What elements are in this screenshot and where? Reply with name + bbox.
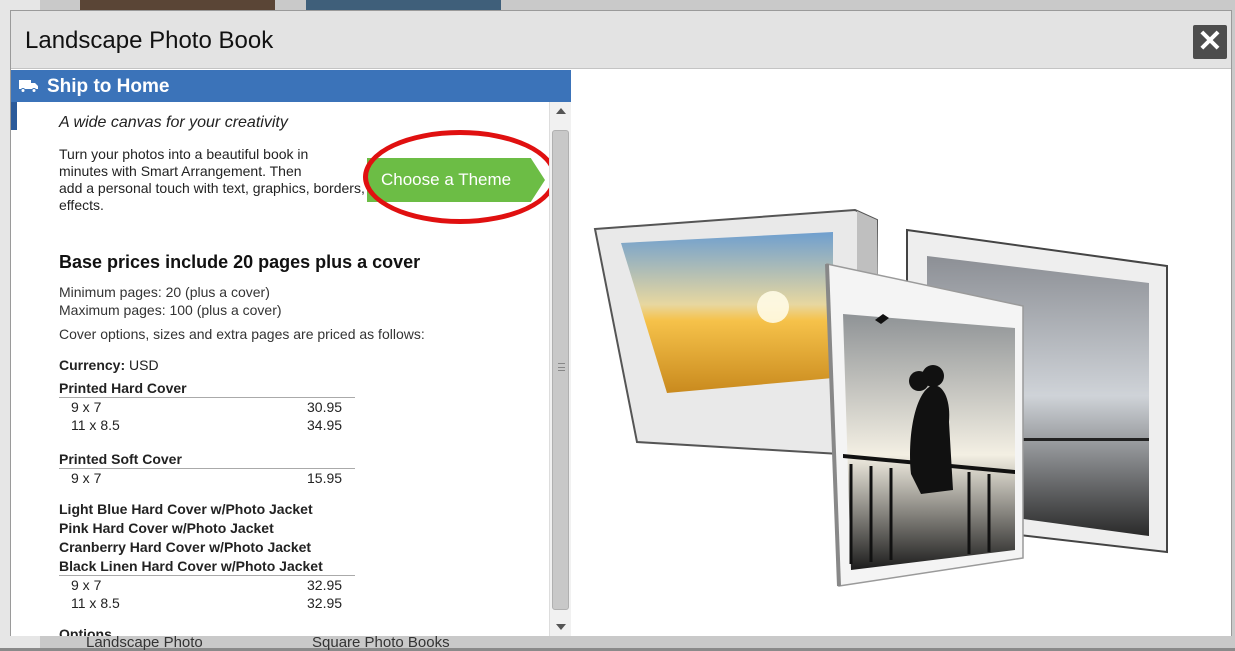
grip-icon xyxy=(558,363,565,371)
product-preview-image xyxy=(571,70,1231,636)
price-group-title: Pink Hard Cover w/Photo Jacket xyxy=(59,520,274,536)
price-size: 11 x 8.5 xyxy=(71,595,120,611)
price-group-title: Cranberry Hard Cover w/Photo Jacket xyxy=(59,539,312,555)
currency-info: Currency: USD xyxy=(59,357,159,373)
details-panel: Ship to Home A wide canvas for your crea… xyxy=(11,70,571,636)
currency-value: USD xyxy=(129,357,159,373)
price-value: 15.95 xyxy=(307,470,343,486)
background-thumbnail xyxy=(80,0,275,10)
dialog-title: Landscape Photo Book xyxy=(25,27,274,54)
product-tagline: A wide canvas for your creativity xyxy=(59,114,288,131)
price-size: 9 x 7 xyxy=(71,399,102,415)
ship-to-home-header[interactable]: Ship to Home xyxy=(11,70,571,102)
truck-icon xyxy=(19,80,38,93)
price-value: 32.95 xyxy=(307,595,343,611)
price-group-title: Light Blue Hard Cover w/Photo Jacket xyxy=(59,501,313,517)
maximum-pages: Maximum pages: 100 (plus a cover) xyxy=(59,302,282,318)
close-icon[interactable]: ✕ xyxy=(1197,25,1222,58)
currency-label: Currency: xyxy=(59,357,126,373)
options-label: Options xyxy=(59,626,112,636)
price-value: 32.95 xyxy=(307,577,343,593)
price-group-title: Printed Soft Cover xyxy=(59,451,355,469)
photo-book-illustration xyxy=(593,208,1168,587)
price-size: 11 x 8.5 xyxy=(71,417,120,433)
scroll-down-arrow-icon[interactable] xyxy=(556,624,566,630)
scrollbar-thumb[interactable] xyxy=(552,130,569,610)
price-value: 34.95 xyxy=(307,417,343,433)
cover-options-note: Cover options, sizes and extra pages are… xyxy=(59,326,425,342)
background-product-label[interactable]: Landscape Photo xyxy=(86,634,203,651)
base-price-heading: Base prices include 20 pages plus a cove… xyxy=(59,252,421,272)
product-dialog: Landscape Photo Book ✕ Ship to Home A wi… xyxy=(10,10,1232,636)
choose-theme-button[interactable]: Choose a Theme xyxy=(367,158,545,202)
background-product-label[interactable]: Square Photo Books xyxy=(312,634,450,651)
price-size: 9 x 7 xyxy=(71,577,102,593)
dialog-titlebar: Landscape Photo Book ✕ xyxy=(11,11,1231,69)
selection-marker xyxy=(11,102,17,130)
close-button[interactable]: ✕ xyxy=(1193,25,1227,59)
background-thumbnail xyxy=(306,0,501,10)
minimum-pages: Minimum pages: 20 (plus a cover) xyxy=(59,284,270,300)
ship-to-home-label: Ship to Home xyxy=(47,76,170,97)
scroll-up-arrow-icon[interactable] xyxy=(556,108,566,114)
price-value: 30.95 xyxy=(307,399,343,415)
price-group-title: Black Linen Hard Cover w/Photo Jacket xyxy=(59,558,355,576)
price-group-title: Printed Hard Cover xyxy=(59,380,355,398)
description-scrollbar[interactable] xyxy=(549,102,571,636)
price-size: 9 x 7 xyxy=(71,470,102,486)
product-description: A wide canvas for your creativity Turn y… xyxy=(49,102,549,636)
